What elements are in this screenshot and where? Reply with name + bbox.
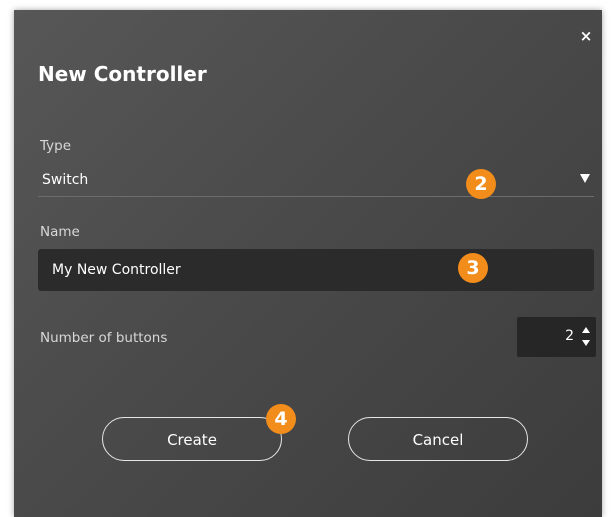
chevron-down-icon[interactable]	[582, 340, 590, 346]
chevron-up-icon[interactable]	[582, 327, 590, 333]
callout-badge-4: 4	[266, 404, 296, 434]
name-label: Name	[40, 224, 80, 240]
new-controller-dialog: × New Controller Type Switch Name Number…	[14, 10, 602, 517]
cancel-button[interactable]: Cancel	[348, 417, 528, 461]
type-select[interactable]: Switch	[38, 170, 594, 197]
stepper-value: 2	[565, 328, 574, 344]
type-select-value: Switch	[42, 172, 89, 188]
create-button[interactable]: Create	[102, 417, 282, 461]
name-input[interactable]	[38, 249, 594, 291]
callout-badge-2: 2	[466, 169, 496, 199]
number-of-buttons-label: Number of buttons	[40, 330, 168, 346]
type-label: Type	[40, 138, 72, 154]
number-of-buttons-stepper[interactable]: 2	[517, 317, 596, 357]
stepper-arrows[interactable]	[582, 327, 590, 349]
callout-badge-3: 3	[458, 253, 488, 283]
chevron-down-icon	[580, 174, 590, 183]
close-icon[interactable]: ×	[578, 28, 594, 44]
dialog-title: New Controller	[38, 62, 207, 86]
